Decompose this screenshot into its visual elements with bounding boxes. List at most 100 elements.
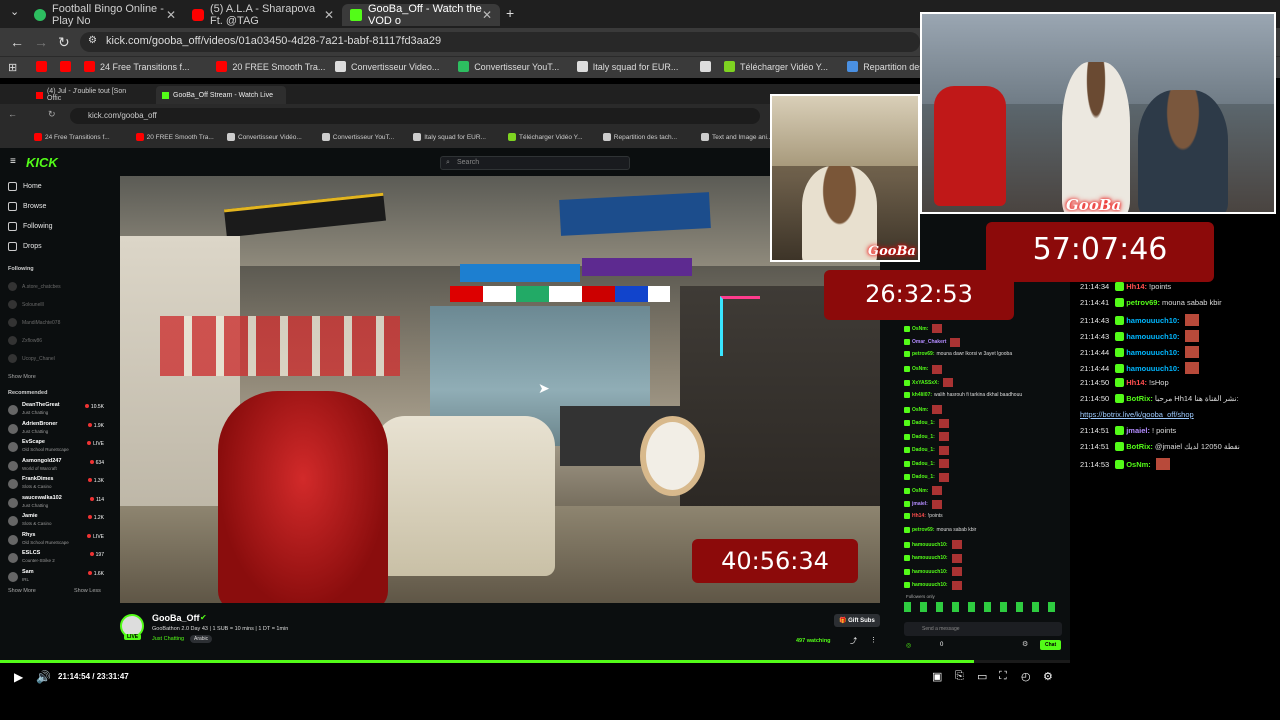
volume-icon[interactable]: 🔊 [36,670,51,684]
recommended-item: EvScape Old School RuneScape LIVE [8,439,104,457]
channel-name: FrankDimes [22,476,54,482]
url-field[interactable]: ⚙ kick.com/gooba_off/videos/01a03450-4d2… [80,32,920,52]
bookmark-item[interactable] [60,61,76,72]
inner-bookmark-item: Italy squad for EUR... [413,133,486,141]
bookmark-item[interactable] [700,61,716,72]
bookmark-favicon-icon [84,61,95,72]
chat-username: Hh14: [1126,282,1148,291]
close-tab-icon[interactable]: ✕ [324,8,334,22]
streamer [802,166,877,260]
overlay-chat-message: 21:14:51 BotRix: @jmaiel نقطة 12050 لديك [1080,442,1240,451]
bookmark-favicon-icon [60,61,71,72]
badge-icon [904,391,910,398]
inner-bookmark-item: Repartition des tach... [602,133,677,141]
cam-red-chair [934,86,1006,206]
bookmark-favicon-icon [413,133,422,141]
site-info-icon[interactable]: ⚙ [88,35,97,46]
neon-light [720,296,760,356]
bookmark-favicon-icon [135,133,144,141]
fiorentina-scarf [582,258,692,276]
badge-icon [904,325,910,332]
chat-username: Hh14: [912,513,926,519]
speed-icon[interactable]: ◴ [1021,670,1031,683]
theater-mode-icon[interactable]: ▣ [932,670,942,683]
avatar [8,479,18,489]
tab-football-bingo[interactable]: Football Bingo Online - Play No ✕ [26,3,184,27]
chat-message: hamouuuch10: [904,567,962,576]
viewer-value: 634 [95,459,104,466]
chat-text: !sHop [1149,378,1169,387]
inner-url-text: kick.com/gooba_off [88,111,157,120]
kick-logo: KICK [26,155,58,170]
badge-icon [1115,394,1125,403]
show-more-link: Show More [8,374,36,380]
chat-message: XxYASSxX: [904,378,954,387]
viewer-count: 10.5K [84,404,104,410]
inner-tab-jul: (4) Jul - J'oublie tout [Son Offic [30,86,148,104]
message-timestamp: 21:14:51 [1080,426,1110,435]
chat-message: kh4lil07: walih hasrouh fi tarkina dkhal … [904,391,1022,398]
reload-icon[interactable]: ↻ [58,34,70,51]
miniplayer-icon[interactable]: ▭ [977,670,987,683]
bookmark-item[interactable]: Télécharger Vidéo Y... [724,61,828,72]
emote-icon [951,540,962,549]
chat-username: hamouuuch10: [912,582,948,588]
channel-name: Asmongold247 [22,457,62,464]
bookmark-item[interactable]: 20 FREE Smooth Tra... [216,61,325,72]
new-tab-button[interactable]: + [506,5,514,21]
bookmark-item[interactable]: Convertisseur Video... [335,61,439,72]
bookmark-item[interactable]: Italy squad for EUR... [576,61,679,72]
fullscreen-icon[interactable]: ⛶ [999,670,1007,683]
play-icon[interactable]: ▶ [14,670,23,684]
bookmark-item[interactable]: 24 Free Transitions f... [84,61,190,72]
chat-username: Dadou_1: [912,460,935,467]
show-less-link: Show Less [74,588,101,594]
emote-icon [938,472,949,482]
viewer-value: LIVE [93,533,104,540]
chat-username: Dadou_1: [912,474,935,480]
overlay-chat-message: 21:14:51 jmaiel:! points [1080,426,1176,435]
tab-youtube[interactable]: (5) A.L.A - Sharapova Ft. @TAG ✕ [184,3,342,27]
channel-category: Old School RuneScape [22,539,69,545]
followers-only-label: Followers only [906,594,935,599]
channel-category: Slots & Casino [22,521,52,526]
inner-bookmark-item: 24 Free Transitions f... [34,133,110,141]
bookmark-label: Convertisseur Vidéo... [238,133,302,141]
back-icon[interactable]: ← [10,34,24,50]
gift-label: Gift Subs [848,618,875,624]
bookmark-label: Italy squad for EUR... [592,61,679,72]
settings-icon[interactable]: ⚙ [1043,670,1053,683]
apps-icon[interactable]: ⊞ [8,61,17,74]
youtube-favicon-icon [36,91,43,99]
live-dot-icon [87,478,92,482]
chat-message: Omar_Chakert [904,337,961,347]
live-dot-icon [89,552,94,556]
close-tab-icon[interactable]: ✕ [166,8,176,22]
bookmark-item[interactable] [36,61,52,72]
chat-username: Dadou_1: [912,433,935,440]
emote-icon [1155,458,1170,470]
chat-text: !points [927,513,943,519]
bookmark-item[interactable]: Convertisseur YouT... [458,61,559,72]
avatar [8,300,17,309]
tab-kick-vod[interactable]: GooBa_Off - Watch the VOD o ✕ [342,3,500,27]
napoli-scarf [460,264,580,282]
emote-icon [938,445,949,455]
badge-icon [904,366,910,372]
bookmark-label: Convertisseur YouT... [332,133,395,141]
inner-bookmark-item: Convertisseur Vidéo... [227,133,302,141]
following-name: A.store_chatcbes [22,283,61,290]
viewer-count: 497 watching [796,638,831,644]
avatar [8,282,17,291]
video-countdown-timer: 40:56:34 [692,539,858,583]
clip-icon[interactable]: ⎘ [955,670,964,683]
badge-icon [904,474,910,480]
close-tab-icon[interactable]: ✕ [482,8,492,22]
following-heading: Following [8,266,34,272]
message-timestamp: 21:14:43 [1080,331,1110,341]
channel-category: Just Chatting [22,428,49,434]
emote-icon [932,486,943,495]
forward-icon[interactable]: → [34,34,48,50]
tab-search-icon[interactable]: ⌄ [10,5,19,18]
chat-message: Hh14: !points [904,513,943,519]
